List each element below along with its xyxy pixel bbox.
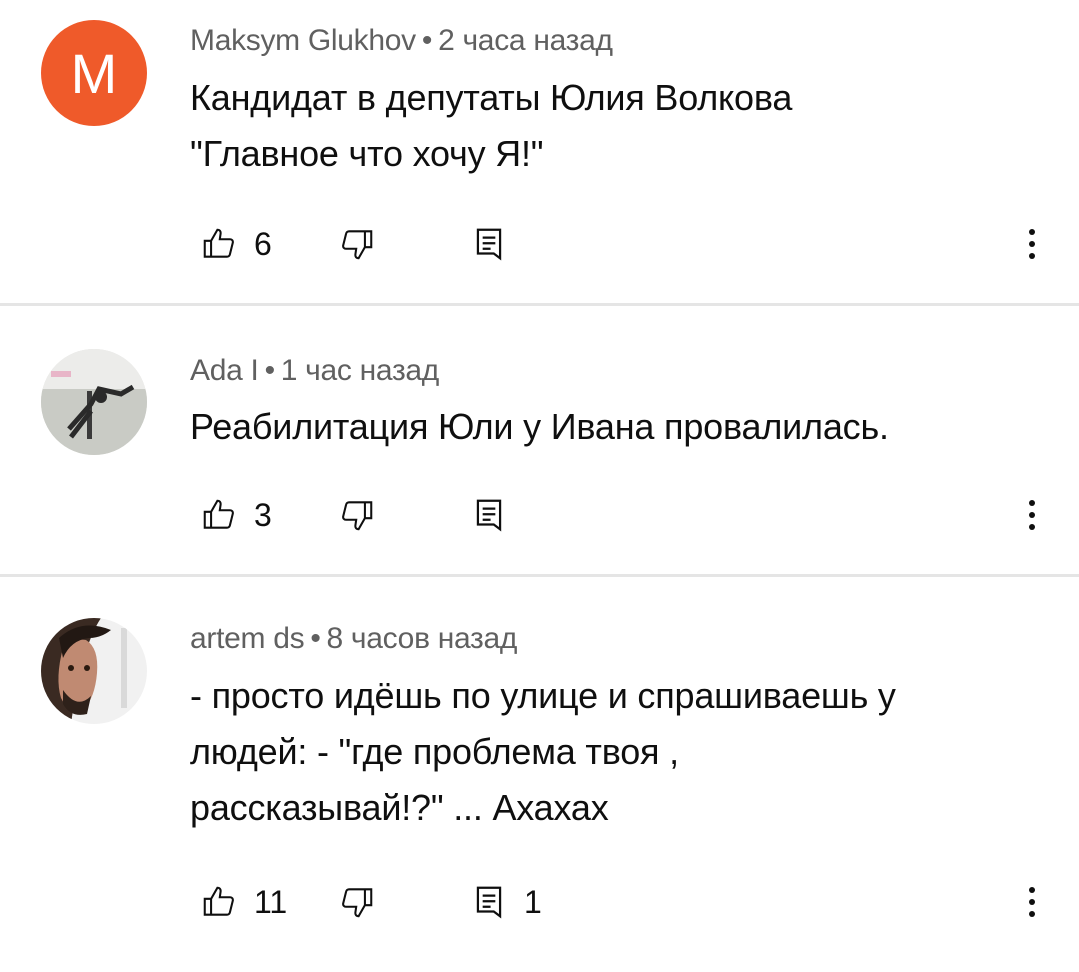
comment-meta: artem ds • 8 часов назад: [190, 622, 517, 656]
comment-author[interactable]: Ada I: [190, 354, 259, 387]
like-button[interactable]: 6: [200, 224, 272, 264]
reply-icon: [476, 886, 502, 919]
comment-text: Кандидат в депутаты Юлия Волкова "Главно…: [190, 70, 1030, 182]
meta-separator: •: [421, 24, 433, 57]
more-vertical-icon[interactable]: [1020, 224, 1044, 264]
like-button[interactable]: 3: [200, 495, 272, 535]
avatar-image: [41, 618, 147, 724]
avatar-image: [41, 349, 147, 455]
avatar-letter: M: [41, 20, 147, 126]
comment-time[interactable]: 2 часа назад: [438, 24, 613, 57]
comment-author[interactable]: artem ds: [190, 622, 305, 655]
like-button[interactable]: 11: [200, 882, 287, 922]
like-count: 6: [254, 225, 272, 262]
dislike-button[interactable]: [338, 224, 376, 264]
divider: [0, 574, 1079, 577]
thumbs-up-icon: [203, 228, 234, 258]
reply-icon: [476, 499, 502, 532]
thumbs-up-icon: [203, 886, 234, 916]
dislike-button[interactable]: [338, 495, 376, 535]
comment-text-line: "Главное что хочу Я!": [190, 133, 544, 174]
comment-text-line: Реабилитация Юли у Ивана провалилась.: [190, 406, 889, 447]
reply-button[interactable]: 1: [470, 882, 542, 922]
reply-button[interactable]: [470, 495, 524, 535]
comment-time[interactable]: 1 час назад: [281, 354, 440, 387]
dislike-button[interactable]: [338, 882, 376, 922]
avatar[interactable]: [41, 618, 147, 724]
comment-author[interactable]: Maksym Glukhov: [190, 24, 416, 57]
avatar[interactable]: M: [41, 20, 147, 126]
thumbs-down-icon: [342, 888, 373, 918]
comment-text: - просто идёшь по улице и спрашиваешь у …: [190, 668, 1030, 836]
thumbs-down-icon: [342, 501, 373, 531]
avatar[interactable]: [41, 349, 147, 455]
comment-text-line: рассказывай!?" ... Ахахах: [190, 787, 609, 828]
reply-icon: [476, 228, 502, 261]
thumbs-down-icon: [342, 230, 373, 260]
comment-actions: 3: [190, 495, 1050, 535]
meta-separator: •: [264, 354, 276, 387]
comment-actions: 6: [190, 224, 1050, 264]
more-vertical-icon[interactable]: [1020, 882, 1044, 922]
like-count: 3: [254, 496, 272, 533]
comment-actions: 11 1: [190, 882, 1050, 922]
reply-button[interactable]: [470, 224, 524, 264]
comment-text-line: людей: - "где проблема твоя ,: [190, 731, 679, 772]
divider: [0, 303, 1079, 306]
comment-text-line: - просто идёшь по улице и спрашиваешь у: [190, 675, 896, 716]
comment-meta: Ada I • 1 час назад: [190, 354, 439, 388]
more-vertical-icon[interactable]: [1020, 495, 1044, 535]
like-count: 11: [254, 883, 288, 920]
thumbs-up-icon: [203, 499, 234, 529]
meta-separator: •: [310, 622, 321, 655]
reply-count: 1: [524, 883, 542, 920]
comment-time[interactable]: 8 часов назад: [327, 622, 518, 655]
comment-meta: Maksym Glukhov • 2 часа назад: [190, 24, 613, 58]
comment-text-line: Кандидат в депутаты Юлия Волкова: [190, 77, 793, 118]
comment-text: Реабилитация Юли у Ивана провалилась.: [190, 399, 1030, 455]
